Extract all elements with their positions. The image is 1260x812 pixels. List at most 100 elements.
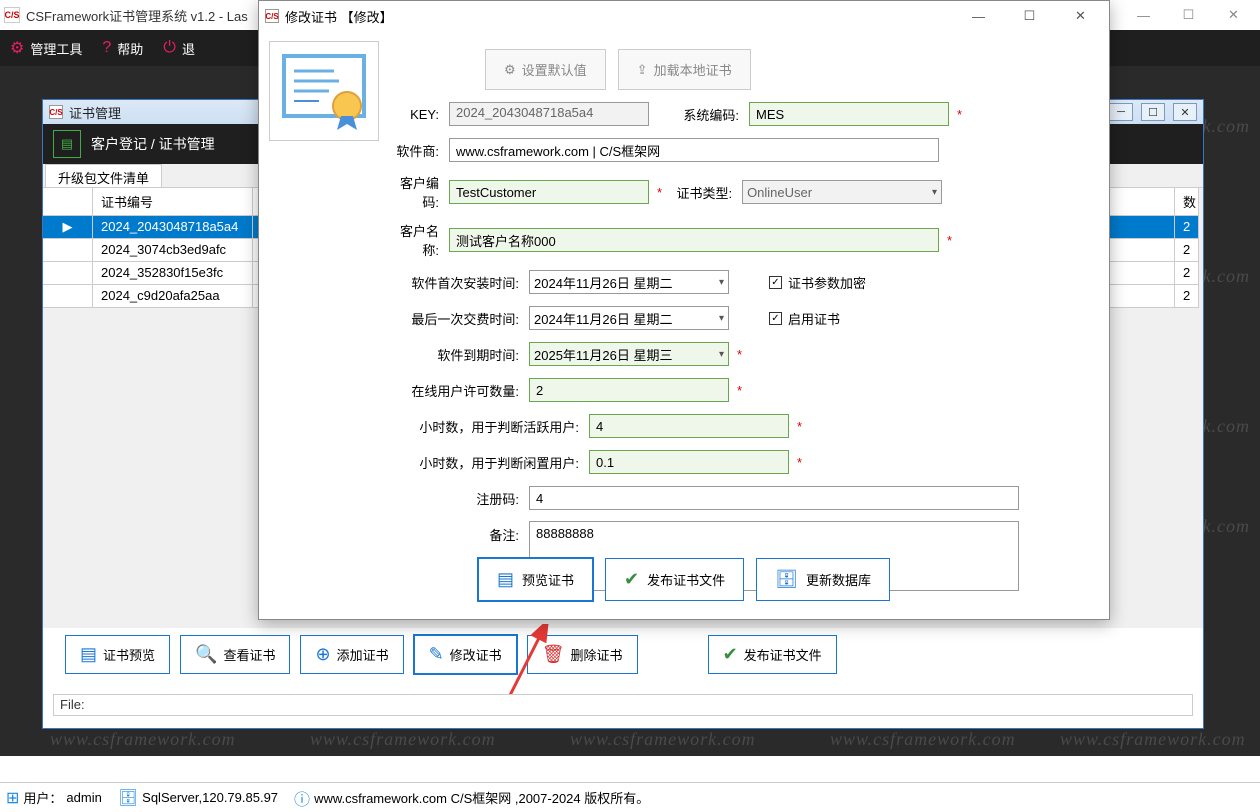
chevron-down-icon: ▾ — [932, 187, 937, 198]
edit-icon: ✎ — [429, 644, 444, 665]
help-icon: ? — [102, 39, 111, 57]
publish-icon: ✔ — [723, 644, 738, 665]
onlinelic-input[interactable] — [529, 378, 729, 402]
enable-checkbox[interactable]: ✓启用证书 — [769, 309, 840, 328]
required-marker: * — [957, 107, 962, 122]
preview-cert-dialog-button[interactable]: ▤预览证书 — [478, 558, 593, 601]
dialog-title: 修改证书 【修改】 — [285, 7, 950, 26]
child-header-title: 客户登记 / 证书管理 — [91, 134, 215, 154]
edit-cert-dialog: C/S 修改证书 【修改】 — ☐ ✕ ⚙设置默认值 ⇪加载本地证书 KEY: … — [258, 0, 1110, 620]
label-custname: 客户名称: — [389, 221, 449, 259]
activehours-input[interactable] — [589, 414, 789, 438]
cell-num: 2 — [1175, 285, 1199, 307]
chevron-down-icon: ▾ — [719, 277, 724, 288]
plus-circle-icon: ⊕ — [315, 644, 330, 665]
row-selector[interactable]: ▶ — [43, 216, 93, 238]
outer-minimize-button[interactable]: — — [1121, 1, 1166, 29]
row-selector[interactable] — [43, 285, 93, 307]
status-user-label: 用户： — [23, 788, 62, 807]
label-regcode: 注册码: — [389, 489, 529, 508]
label-lastcharge: 最后一次交费时间: — [389, 309, 529, 328]
add-cert-button[interactable]: ⊕添加证书 — [300, 635, 403, 674]
firstinstall-datepicker[interactable]: 2024年11月26日 星期二▾ — [529, 270, 729, 294]
dialog-close-button[interactable]: ✕ — [1058, 2, 1103, 30]
chevron-down-icon: ▾ — [719, 313, 724, 324]
key-field: 2024_2043048718a5a4 — [449, 102, 649, 126]
row-selector[interactable] — [43, 239, 93, 261]
search-doc-icon: 🔍 — [195, 644, 217, 665]
required-marker: * — [737, 383, 742, 398]
child-close-button[interactable]: ✕ — [1173, 103, 1197, 121]
publish-cert-dialog-button[interactable]: ✔发布证书文件 — [605, 558, 744, 601]
grid-header-num[interactable]: 数 — [1175, 188, 1199, 215]
grid-header-cert-id[interactable]: 证书编号 — [93, 188, 253, 215]
set-default-button[interactable]: ⚙设置默认值 — [485, 49, 606, 90]
label-onlinelic: 在线用户许可数量: — [389, 381, 529, 400]
gear-icon: ⚙ — [10, 38, 24, 58]
preview-icon: ▤ — [80, 644, 97, 665]
watermark: www.csframework.com — [310, 729, 496, 750]
vendor-input[interactable] — [449, 138, 939, 162]
windows-icon: ⊞ — [6, 788, 19, 808]
view-cert-button[interactable]: 🔍查看证书 — [180, 635, 290, 674]
publish-cert-button[interactable]: ✔发布证书文件 — [708, 635, 837, 674]
syscode-input[interactable] — [749, 102, 949, 126]
preview-icon: ▤ — [497, 569, 514, 590]
app-icon: C/S — [4, 7, 20, 23]
grid-header-selector[interactable] — [43, 188, 93, 215]
menu-logout[interactable]: ⏻退 — [163, 39, 195, 58]
child-minimize-button[interactable]: ─ — [1109, 103, 1133, 121]
row-selector[interactable] — [43, 262, 93, 284]
dialog-minimize-button[interactable]: — — [956, 2, 1001, 30]
dialog-footer: ▤预览证书 ✔发布证书文件 🗄更新数据库 — [259, 558, 1109, 601]
custname-input[interactable] — [449, 228, 939, 252]
required-marker: * — [947, 233, 952, 248]
edit-cert-button[interactable]: ✎修改证书 — [414, 635, 517, 674]
bottom-toolbar: ▤证书预览 🔍查看证书 ⊕添加证书 ✎修改证书 🗑删除证书 ✔发布证书文件 — [65, 635, 837, 674]
label-syscode: 系统编码: — [649, 105, 749, 124]
settings-icon: ⚙ — [504, 62, 516, 78]
preview-cert-button[interactable]: ▤证书预览 — [65, 635, 170, 674]
label-activehours: 小时数，用于判断活跃用户: — [389, 417, 589, 436]
main-statusbar: ⊞用户：admin 🗄SqlServer,120.79.85.97 ⓘwww.c… — [0, 782, 1260, 812]
label-key: KEY: — [389, 107, 449, 122]
label-custcode: 客户编码: — [389, 173, 449, 211]
upload-icon: ⇪ — [637, 62, 648, 78]
chevron-down-icon: ▾ — [719, 349, 724, 360]
update-db-button[interactable]: 🗄更新数据库 — [756, 558, 890, 601]
idlehours-input[interactable] — [589, 450, 789, 474]
certtype-select[interactable]: OnlineUser▾ — [742, 180, 942, 204]
expire-datepicker[interactable]: 2025年11月26日 星期三▾ — [529, 342, 729, 366]
child-maximize-button[interactable]: ☐ — [1141, 103, 1165, 121]
watermark: www.csframework.com — [1060, 729, 1246, 750]
menu-help[interactable]: ?帮助 — [102, 39, 143, 58]
dialog-maximize-button[interactable]: ☐ — [1007, 2, 1052, 30]
outer-maximize-button[interactable]: ☐ — [1166, 1, 1211, 29]
required-marker: * — [737, 347, 742, 362]
regcode-input[interactable] — [529, 486, 1019, 510]
app-icon: C/S — [265, 9, 279, 23]
menu-tools[interactable]: ⚙管理工具 — [10, 38, 82, 58]
outer-close-button[interactable]: ✕ — [1211, 1, 1256, 29]
cert-form: KEY: 2024_2043048718a5a4 系统编码: * 软件商: 客户… — [389, 101, 1089, 601]
cell-cert-id: 2024_c9d20afa25aa — [93, 285, 253, 307]
power-icon: ⏻ — [163, 39, 176, 57]
load-local-cert-button[interactable]: ⇪加载本地证书 — [618, 49, 751, 90]
dialog-titlebar[interactable]: C/S 修改证书 【修改】 — ☐ ✕ — [259, 1, 1109, 31]
label-certtype: 证书类型: — [662, 183, 742, 202]
encrypt-checkbox[interactable]: ✓证书参数加密 — [769, 273, 866, 292]
lastcharge-datepicker[interactable]: 2024年11月26日 星期二▾ — [529, 306, 729, 330]
tab-package-list[interactable]: 升级包文件清单 — [45, 164, 162, 187]
required-marker: * — [797, 455, 802, 470]
trash-icon: 🗑 — [542, 644, 565, 665]
custcode-input[interactable] — [449, 180, 649, 204]
label-idlehours: 小时数，用于判断闲置用户: — [389, 453, 589, 472]
database-icon: 🗄 — [775, 569, 798, 590]
cell-num: 2 — [1175, 262, 1199, 284]
required-marker: * — [797, 419, 802, 434]
delete-cert-button[interactable]: 🗑删除证书 — [527, 635, 638, 674]
check-icon: ✔ — [624, 569, 639, 590]
certificate-icon: ▤ — [53, 130, 81, 158]
status-link[interactable]: www.csframework.com C/S框架网 ,2007-2024 版权… — [314, 788, 649, 807]
status-db: SqlServer,120.79.85.97 — [142, 790, 278, 805]
